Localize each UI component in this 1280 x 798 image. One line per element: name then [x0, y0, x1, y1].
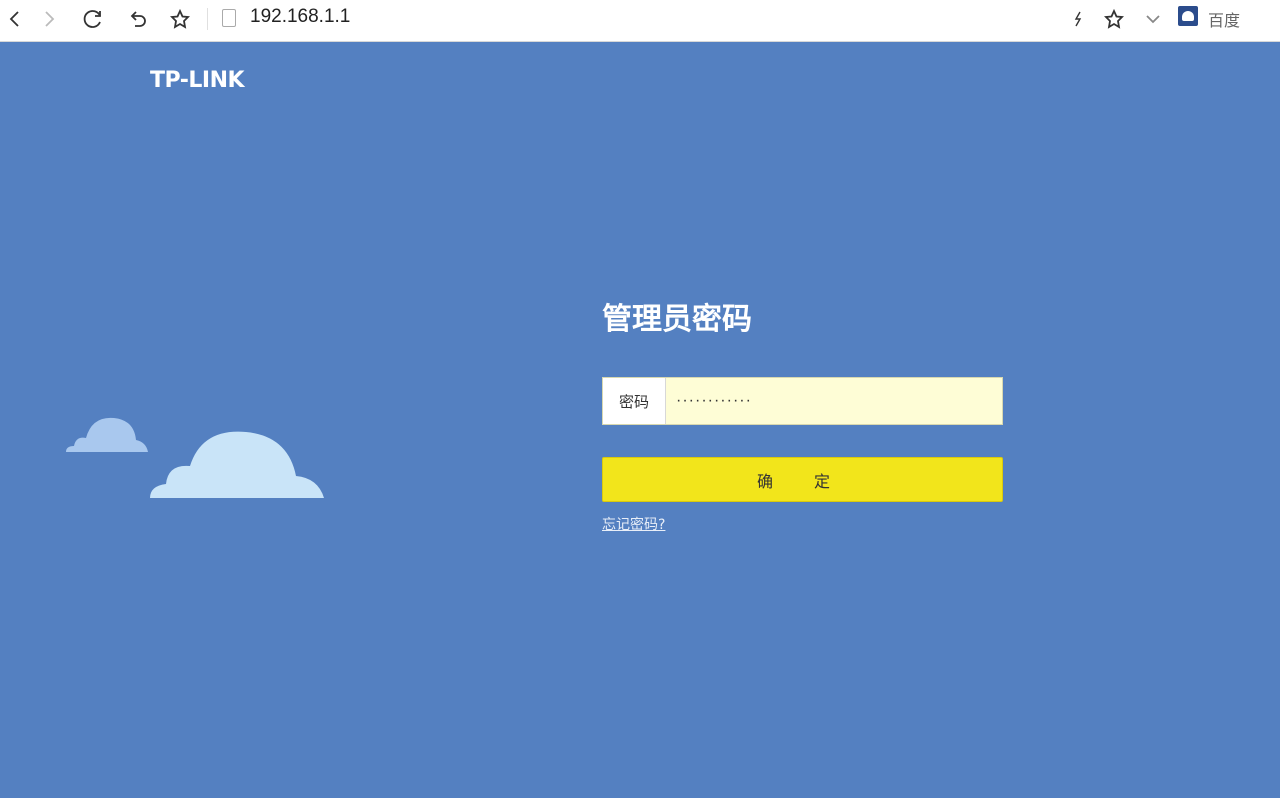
- confirm-button[interactable]: 确 定: [602, 457, 1003, 502]
- browser-toolbar: 192.168.1.1 百度: [0, 0, 1280, 42]
- search-engine-label[interactable]: 百度: [1208, 7, 1240, 31]
- password-label: 密码: [603, 378, 666, 424]
- refresh-icon[interactable]: [78, 4, 108, 34]
- large-cloud-icon: [150, 431, 324, 498]
- password-input[interactable]: [666, 378, 1002, 424]
- page-icon: [222, 9, 236, 27]
- forgot-password-link[interactable]: 忘记密码?: [602, 514, 665, 534]
- address-bar[interactable]: 192.168.1.1: [250, 6, 350, 28]
- favorite-star-icon[interactable]: [1099, 4, 1129, 34]
- page-title: 管理员密码: [602, 302, 752, 337]
- dropdown-chevron-icon[interactable]: [1138, 4, 1168, 34]
- tp-link-logo: TP-LINK: [150, 68, 245, 93]
- undo-icon[interactable]: [123, 4, 153, 34]
- back-icon[interactable]: [0, 4, 30, 34]
- toolbar-separator: [207, 8, 208, 30]
- search-engine-logo-icon[interactable]: [1178, 6, 1198, 26]
- bookmark-star-icon[interactable]: [165, 4, 195, 34]
- forward-icon[interactable]: [34, 4, 64, 34]
- lightning-icon[interactable]: [1063, 4, 1093, 34]
- password-row: 密码: [602, 377, 1003, 425]
- small-cloud-icon: [66, 417, 148, 452]
